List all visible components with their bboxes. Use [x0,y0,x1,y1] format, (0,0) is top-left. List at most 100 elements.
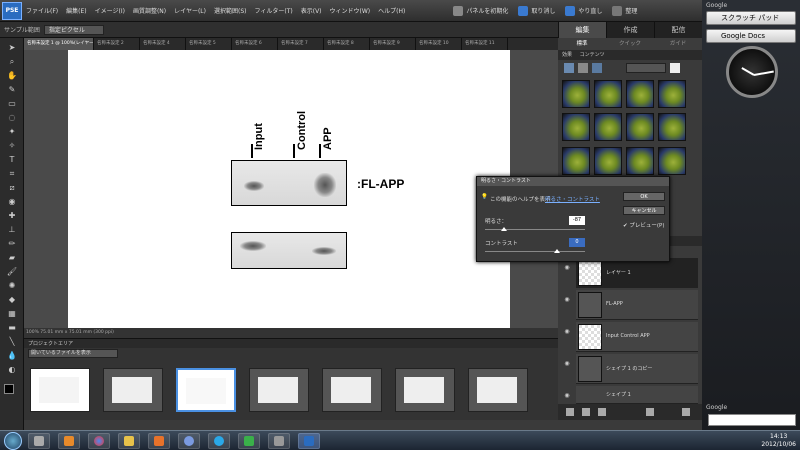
marquee-tool-icon[interactable]: ▭ [6,98,18,109]
tab-document-2[interactable]: 名称未設定 2 [94,38,140,50]
undo-button[interactable]: 取り消し [518,5,555,16]
preview-checkbox[interactable]: ✔ プレビュー(P) [623,221,664,229]
taskbar-item[interactable] [148,432,170,449]
layer-row[interactable]: FL-APP [576,290,698,320]
contrast-slider-track[interactable] [485,251,585,252]
effect-thumbnail[interactable] [626,113,654,142]
effect-thumbnail[interactable] [594,80,622,108]
ok-button[interactable]: OK [623,192,665,201]
brush-tool-icon[interactable]: 🖌 [6,266,18,277]
smart-brush-tool-icon[interactable]: ✺ [6,280,18,291]
type-tool-icon[interactable]: T [6,154,18,165]
taskbar-item[interactable] [118,432,140,449]
menu-filter[interactable]: フィルター(T) [255,6,293,15]
organize-button[interactable]: 整理 [612,5,637,16]
sponge-tool-icon[interactable]: ◐ [6,364,18,375]
layer-row[interactable]: シェイプ 1 のコピー [576,354,698,384]
tab-document-6[interactable]: 名称未設定 6 [232,38,278,50]
layer-row-selected[interactable]: レイヤー 1 [576,258,698,288]
brightness-value-field[interactable]: -87 [569,216,585,225]
eyedropper-tool-icon[interactable]: ✎ [6,84,18,95]
taskbar-item-photoshop[interactable] [298,432,320,449]
scratch-pad-gadget[interactable]: スクラッチ パッド [706,11,796,25]
effect-thumbnail[interactable] [562,80,590,108]
tab-create[interactable]: 作成 [606,22,654,38]
bin-thumbnail-selected[interactable] [176,368,236,412]
visibility-eye-icon[interactable]: ◉ [562,328,572,338]
tab-guided[interactable]: ガイド [654,38,702,50]
tab-document-10[interactable]: 名称未設定 10 [416,38,462,50]
visibility-eye-icon[interactable]: ◉ [562,360,572,370]
menu-window[interactable]: ウィンドウ(W) [330,6,371,15]
menu-enhance[interactable]: 画質調整(N) [133,6,166,15]
tab-document-9[interactable]: 名称未設定 9 [370,38,416,50]
effect-thumbnail[interactable] [594,113,622,142]
taskbar-item[interactable] [28,432,50,449]
effects-category-select[interactable] [626,63,666,73]
reset-panels-button[interactable]: パネルを初期化 [453,5,508,16]
line-tool-icon[interactable]: ╲ [6,336,18,347]
new-layer-icon[interactable] [566,408,574,416]
taskbar-item[interactable] [178,432,200,449]
layer-row[interactable]: シェイプ 1 [576,386,698,404]
move-tool-icon[interactable]: ➤ [6,42,18,53]
paint-bucket-tool-icon[interactable]: ◆ [6,294,18,305]
tab-document-11[interactable]: 名称未設定 11 [462,38,508,50]
tab-document-1[interactable]: 名称未設定 1 @ 100%(レイヤー 1, グレー/8) [24,38,94,50]
bin-thumbnail[interactable] [103,368,163,412]
brightness-slider-track[interactable] [485,229,585,230]
taskbar-item[interactable] [208,432,230,449]
filters-icon[interactable] [564,63,574,73]
crop-tool-icon[interactable]: ⌗ [6,168,18,179]
text-effects-icon[interactable] [670,63,680,73]
taskbar-item[interactable] [88,432,110,449]
zoom-tool-icon[interactable]: ⌕ [6,56,18,67]
quick-select-tool-icon[interactable]: ✧ [6,140,18,151]
tab-edit[interactable]: 編集 [558,22,606,38]
google-docs-gadget[interactable]: Google Docs [706,29,796,43]
hand-tool-icon[interactable]: ✋ [6,70,18,81]
menu-file[interactable]: ファイル(F) [26,6,58,15]
tab-document-7[interactable]: 名称未設定 7 [278,38,324,50]
lasso-tool-icon[interactable]: ◌ [6,112,18,123]
effect-thumbnail[interactable] [658,146,686,175]
effect-thumbnail[interactable] [658,80,686,108]
blur-tool-icon[interactable]: 💧 [6,350,18,361]
sample-select[interactable]: 指定ピクセル [43,24,104,35]
tab-document-5[interactable]: 名称未設定 5 [186,38,232,50]
tray-date[interactable]: 2012/10/06 [761,441,796,449]
bin-thumbnail[interactable] [395,368,455,412]
menu-layer[interactable]: レイヤー(L) [174,6,206,15]
bin-thumbnail[interactable] [30,368,90,412]
shape-tool-icon[interactable]: ▬ [6,322,18,333]
tab-full[interactable]: 標準 [558,38,606,50]
foreground-color-swatch[interactable] [4,384,14,394]
straighten-tool-icon[interactable]: ⧄ [6,182,18,193]
menu-select[interactable]: 選択範囲(S) [214,6,247,15]
clone-stamp-tool-icon[interactable]: ⊥ [6,224,18,235]
effect-thumbnail[interactable] [594,146,622,175]
red-eye-tool-icon[interactable]: ◉ [6,196,18,207]
tab-quick[interactable]: クイック [606,38,654,50]
tab-share[interactable]: 配信 [654,22,702,38]
contrast-value-field[interactable]: 0 [569,238,585,247]
tab-document-4[interactable]: 名称未設定 4 [140,38,186,50]
photo-effects-icon[interactable] [592,63,602,73]
taskbar-item[interactable] [268,432,290,449]
redo-button[interactable]: やり直し [565,5,602,16]
mask-icon[interactable] [598,408,606,416]
menu-help[interactable]: ヘルプ(H) [378,6,405,15]
adjustment-layer-icon[interactable] [582,408,590,416]
taskbar-item[interactable] [238,432,260,449]
bin-thumbnail[interactable] [249,368,309,412]
visibility-eye-icon[interactable]: ◉ [562,296,572,306]
taskbar-item[interactable] [58,432,80,449]
bin-file-select[interactable]: 開いているファイルを表示 [28,349,118,358]
effect-thumbnail[interactable] [562,113,590,142]
lock-icon[interactable] [646,408,654,416]
gradient-tool-icon[interactable]: ▦ [6,308,18,319]
effect-thumbnail[interactable] [626,146,654,175]
effect-thumbnail[interactable] [562,146,590,175]
effect-thumbnail[interactable] [658,113,686,142]
start-button[interactable] [4,431,22,450]
